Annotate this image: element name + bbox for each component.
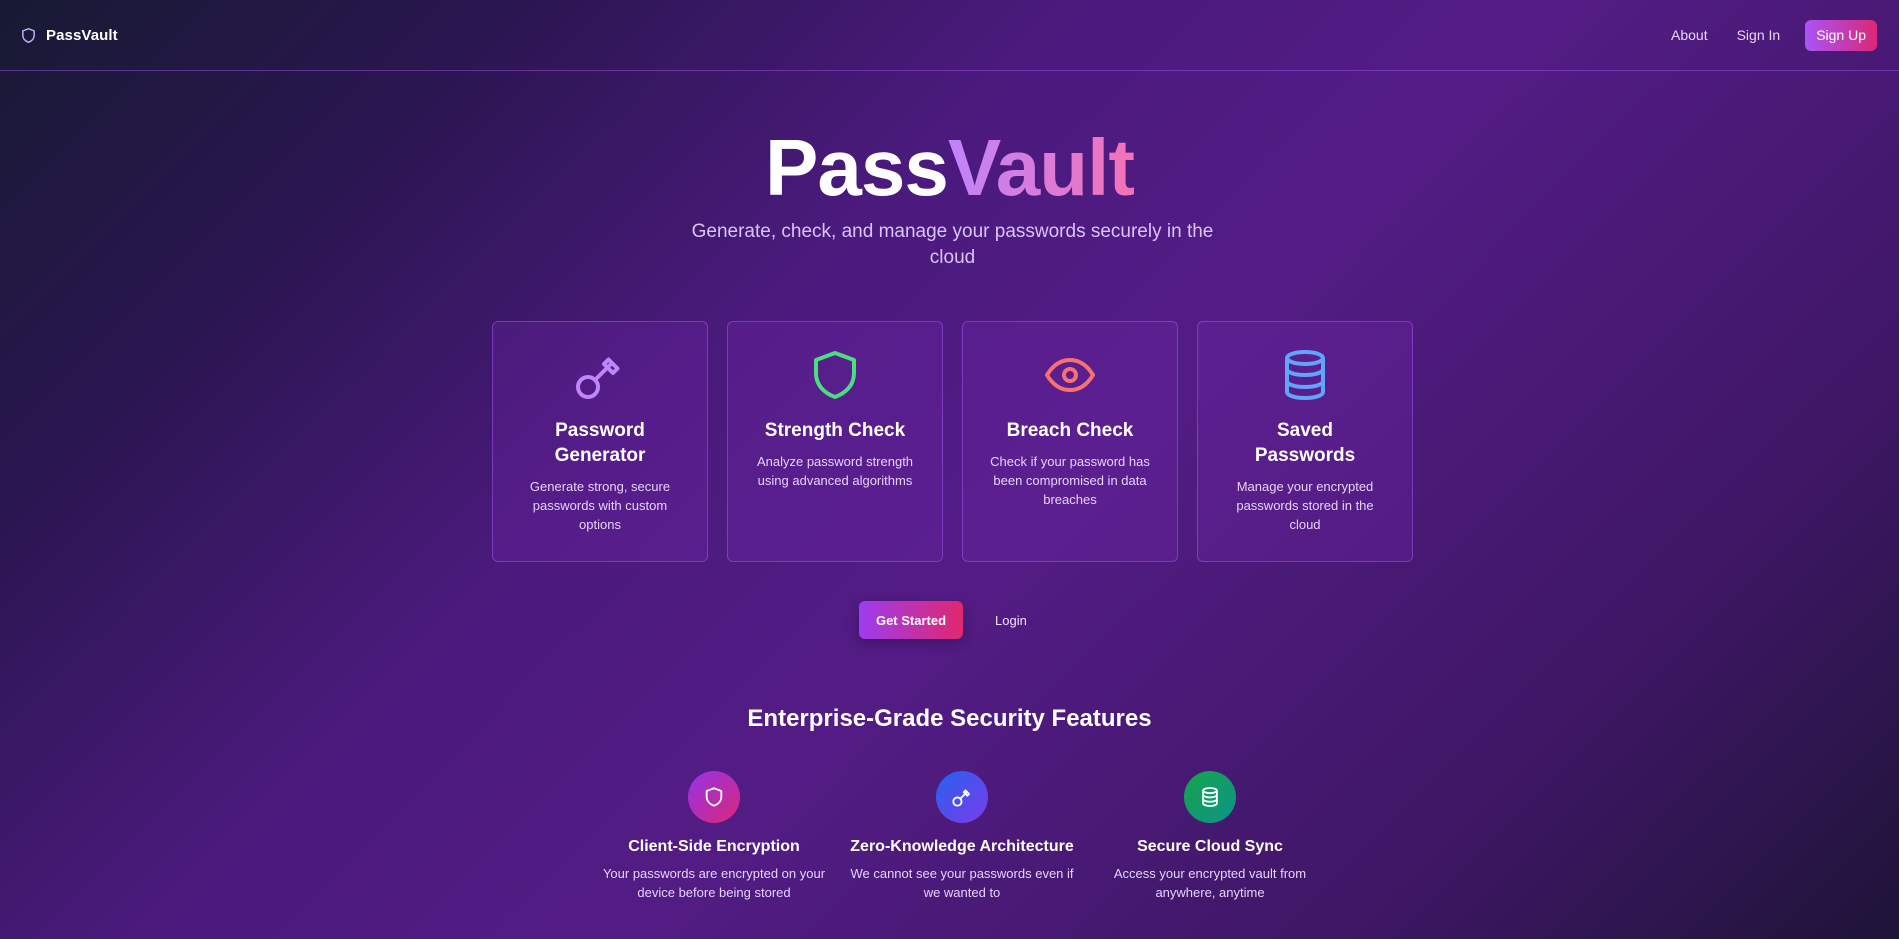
nav-links: About Sign In Sign Up bbox=[1671, 19, 1877, 51]
feature-client-side-encryption: Client-Side Encryption Your passwords ar… bbox=[590, 771, 838, 902]
feature-badge bbox=[688, 771, 740, 823]
sign-up-button[interactable]: Sign Up bbox=[1805, 19, 1877, 51]
feature-zero-knowledge: Zero-Knowledge Architecture We cannot se… bbox=[838, 771, 1086, 902]
feature-description: Your passwords are encrypted on your dev… bbox=[602, 866, 826, 900]
card-title: Saved Passwords bbox=[1254, 420, 1356, 466]
tool-cards: Password Generator Generate strong, secu… bbox=[492, 321, 1413, 562]
card-title: Breach Check bbox=[1006, 420, 1134, 441]
feature-description: Access your encrypted vault from anywher… bbox=[1113, 866, 1307, 900]
security-features: Client-Side Encryption Your passwords ar… bbox=[590, 771, 1334, 902]
brand-name: PassVault bbox=[46, 26, 118, 44]
card-saved-passwords[interactable]: Saved Passwords Manage your encrypted pa… bbox=[1197, 321, 1413, 562]
hero-title: PassVault bbox=[0, 120, 1899, 216]
top-nav: PassVault About Sign In Sign Up bbox=[0, 0, 1899, 71]
hero-title-part2: Vault bbox=[947, 123, 1135, 212]
brand-logo[interactable]: PassVault bbox=[20, 26, 118, 45]
feature-secure-cloud-sync: Secure Cloud Sync Access your encrypted … bbox=[1086, 771, 1334, 902]
database-icon bbox=[1202, 787, 1218, 807]
card-description: Check if your password has been compromi… bbox=[990, 454, 1150, 507]
feature-title: Secure Cloud Sync bbox=[1137, 838, 1283, 855]
eye-icon bbox=[1045, 358, 1095, 392]
card-description: Generate strong, secure passwords with c… bbox=[529, 479, 671, 532]
shield-icon bbox=[814, 351, 856, 399]
get-started-button[interactable]: Get Started bbox=[859, 601, 963, 639]
hero-title-part1: Pass bbox=[764, 123, 949, 212]
card-title: Password Generator bbox=[554, 420, 646, 466]
features-heading: Enterprise-Grade Security Features bbox=[747, 705, 1152, 732]
shield-icon bbox=[705, 787, 723, 807]
nav-link-sign-in[interactable]: Sign In bbox=[1737, 27, 1781, 43]
login-button[interactable]: Login bbox=[995, 613, 1027, 628]
hero-subtitle: Generate, check, and manage your passwor… bbox=[691, 221, 1214, 268]
card-title: Strength Check bbox=[764, 420, 906, 441]
key-icon bbox=[952, 789, 970, 807]
card-description: Analyze password strength using advanced… bbox=[756, 454, 914, 488]
key-icon bbox=[576, 357, 620, 399]
feature-title: Zero-Knowledge Architecture bbox=[850, 838, 1074, 855]
feature-badge bbox=[936, 771, 988, 823]
card-breach-check[interactable]: Breach Check Check if your password has … bbox=[962, 321, 1178, 562]
feature-description: We cannot see your passwords even if we … bbox=[850, 866, 1074, 900]
nav-link-about[interactable]: About bbox=[1671, 27, 1708, 43]
feature-badge bbox=[1184, 771, 1236, 823]
card-password-generator[interactable]: Password Generator Generate strong, secu… bbox=[492, 321, 708, 562]
card-description: Manage your encrypted passwords stored i… bbox=[1236, 479, 1374, 532]
feature-title: Client-Side Encryption bbox=[628, 838, 800, 855]
cta-group: Get Started Login bbox=[859, 601, 1027, 639]
card-strength-check[interactable]: Strength Check Analyze password strength… bbox=[727, 321, 943, 562]
shield-icon bbox=[22, 27, 35, 43]
database-icon bbox=[1285, 350, 1325, 400]
